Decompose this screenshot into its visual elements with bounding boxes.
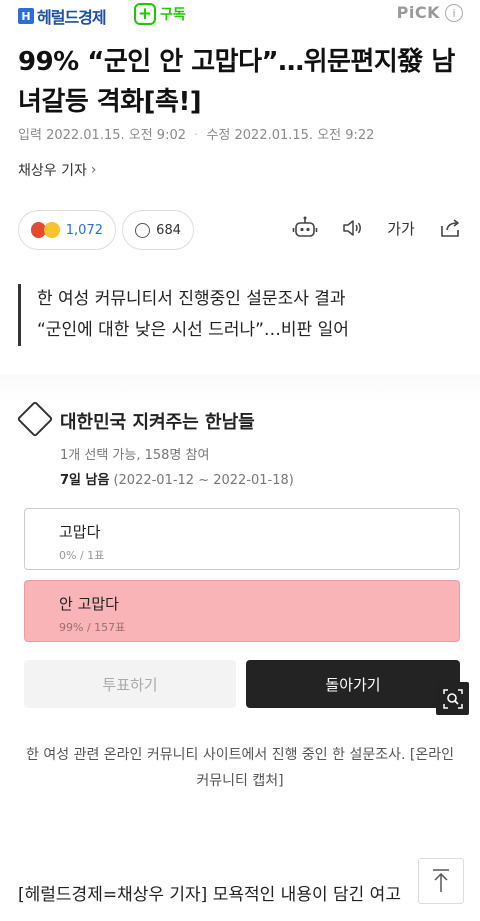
- chevron-right-icon: ›: [90, 162, 97, 178]
- article-dates: 입력 2022.01.15. 오전 9:02 · 수정 2022.01.15. …: [18, 124, 374, 143]
- share-icon: [441, 219, 459, 237]
- arrow-up-icon: [433, 869, 449, 892]
- audio-button[interactable]: [338, 214, 366, 242]
- reaction-button[interactable]: 1,072: [18, 210, 116, 250]
- font-size-button[interactable]: 가가: [386, 214, 416, 242]
- comment-button[interactable]: 684: [122, 210, 194, 250]
- image-caption: 한 여성 관련 온라인 커뮤니티 사이트에서 진행 중인 한 설문조사. [온라…: [26, 747, 454, 789]
- subscribe-label: 구독: [160, 7, 186, 23]
- quote-line-1: 한 여성 커뮤니티서 진행중인 설문조사 결과: [37, 289, 346, 309]
- font-size-icon: 가가: [387, 219, 415, 238]
- poll-remaining-days: 7일 남음: [60, 473, 110, 488]
- article-body: [헤럴드경제=채상우 기자] 모욕적인 내용이 담긴 여고: [18, 885, 401, 905]
- poll-option-stat: 99% / 157표: [59, 621, 126, 634]
- press-logo[interactable]: H 헤럴드경제: [18, 4, 107, 28]
- reporter-link[interactable]: 채상우 기자 ›: [18, 160, 96, 180]
- smile-emoji-icon: [44, 222, 60, 238]
- poll-period: (2022-01-12 ~ 2022-01-18): [113, 473, 294, 488]
- reaction-count: 1,072: [65, 222, 103, 238]
- input-date: 2022.01.15. 오전 9:02: [46, 128, 187, 143]
- robot-icon: [292, 216, 318, 237]
- date-separator: ·: [194, 128, 199, 143]
- speaker-icon: [343, 220, 361, 236]
- scroll-top-button[interactable]: [418, 858, 464, 904]
- back-button: 돌아가기: [246, 660, 460, 708]
- quote-line-2: “군인에 대한 낮은 시선 드러나”…비판 일어: [37, 320, 349, 340]
- magnifier-icon: [442, 688, 463, 709]
- comment-count: 684: [156, 222, 181, 238]
- top-bar: H 헤럴드경제 + 구독 PiCK i: [0, 0, 480, 30]
- reporter-name: 채상우 기자: [18, 163, 87, 179]
- poll-option-selected: 안 고맙다 99% / 157표: [24, 580, 460, 642]
- plus-icon: +: [134, 3, 156, 25]
- image-zoom-button[interactable]: [436, 682, 469, 715]
- summary-bot-button[interactable]: [291, 214, 319, 242]
- info-icon[interactable]: i: [445, 4, 463, 22]
- modified-label: 수정: [206, 128, 231, 143]
- vote-button: 투표하기: [24, 660, 236, 708]
- poll-remaining: 7일 남음 (2022-01-12 ~ 2022-01-18): [60, 469, 294, 488]
- logo-mark: H: [18, 8, 34, 24]
- poll-option-stat: 0% / 1표: [59, 549, 105, 562]
- poll-option-label: 안 고맙다: [59, 595, 119, 613]
- subscribe-button[interactable]: + 구독: [134, 3, 186, 25]
- poll-meta: 1개 선택 가능, 158명 참여: [60, 448, 210, 463]
- pick-label: PiCK: [396, 3, 440, 22]
- article-summary-quote: 한 여성 커뮤니티서 진행중인 설문조사 결과 “군인에 대한 낮은 시선 드러…: [18, 284, 349, 346]
- logo-text: 헤럴드경제: [37, 8, 107, 27]
- comment-bubble-icon: [135, 222, 151, 238]
- poll-option-label: 고맙다: [59, 523, 101, 541]
- article-image: 대한민국 지켜주는 한남들 1개 선택 가능, 158명 참여 7일 남음 (20…: [0, 374, 480, 722]
- share-button[interactable]: [436, 214, 464, 242]
- article-title: 99% “군인 안 고맙다”…위문편지發 남녀갈등 격화[촉!]: [18, 47, 455, 117]
- modified-date: 2022.01.15. 오전 9:22: [234, 128, 375, 143]
- input-label: 입력: [18, 128, 42, 143]
- poll-title: 대한민국 지켜주는 한남들: [60, 412, 255, 433]
- poll-option: 고맙다 0% / 1표: [24, 508, 460, 570]
